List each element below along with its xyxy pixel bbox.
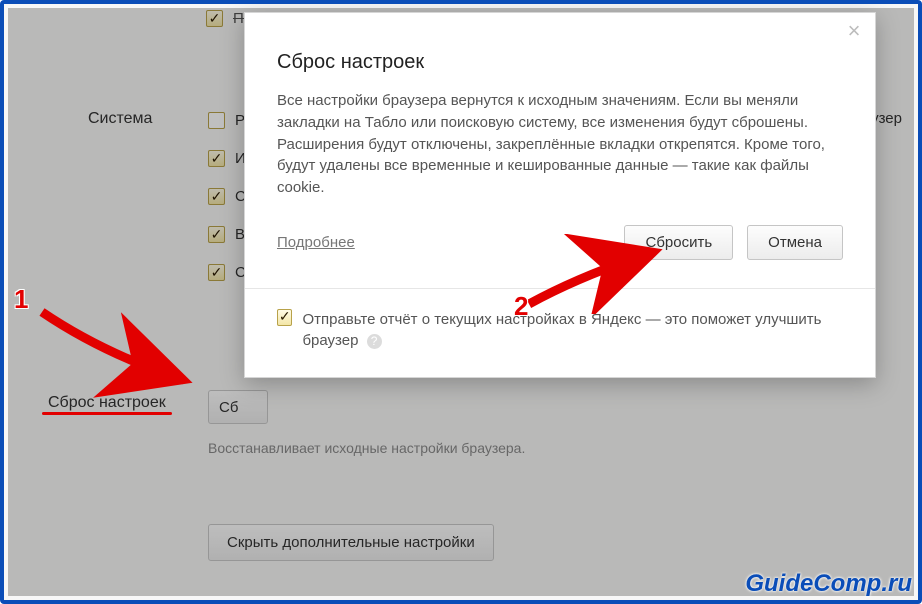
report-checkbox-icon[interactable]: ✓: [277, 309, 292, 326]
cancel-button[interactable]: Отмена: [747, 225, 843, 260]
reset-button-bg-label: Сб: [219, 399, 238, 416]
dialog-title: Сброс настроек: [277, 51, 843, 74]
confirm-reset-button-label: Сбросить: [645, 234, 712, 251]
checkbox-icon[interactable]: ✓: [208, 264, 225, 281]
hide-advanced-button-label: Скрыть дополнительные настройки: [227, 534, 475, 551]
checkbox-icon[interactable]: ✓: [208, 188, 225, 205]
help-icon[interactable]: ?: [367, 334, 382, 349]
checkbox-icon[interactable]: ✓: [208, 150, 225, 167]
more-info-link[interactable]: Подробнее: [277, 234, 355, 251]
checkbox-icon[interactable]: ✓: [208, 226, 225, 243]
watermark: GuideComp.ru: [745, 570, 912, 598]
annotation-number-2: 2: [514, 291, 528, 322]
annotation-underline: [42, 412, 172, 415]
system-checkbox-list: ✓Р ✓И ✓С ✓В ✓С: [208, 108, 246, 284]
reset-settings-dialog: × Сброс настроек Все настройки браузера …: [244, 12, 876, 378]
section-label-reset: Сброс настроек: [48, 394, 166, 412]
report-checkbox-label: Отправьте отчёт о текущих настройках в Я…: [302, 309, 843, 351]
cancel-button-label: Отмена: [768, 234, 822, 251]
annotation-number-1: 1: [14, 284, 28, 315]
reset-description: Восстанавливает исходные настройки брауз…: [208, 440, 525, 456]
checkbox-icon[interactable]: ✓: [208, 112, 225, 129]
section-label-system: Система: [88, 110, 152, 128]
confirm-reset-button[interactable]: Сбросить: [624, 225, 733, 260]
checkbox-icon[interactable]: ✓: [206, 10, 223, 27]
hide-advanced-button[interactable]: Скрыть дополнительные настройки: [208, 524, 494, 561]
close-icon[interactable]: ×: [843, 21, 865, 43]
reset-button-bg[interactable]: Сб: [208, 390, 268, 424]
dialog-body-text: Все настройки браузера вернутся к исходн…: [277, 90, 843, 199]
